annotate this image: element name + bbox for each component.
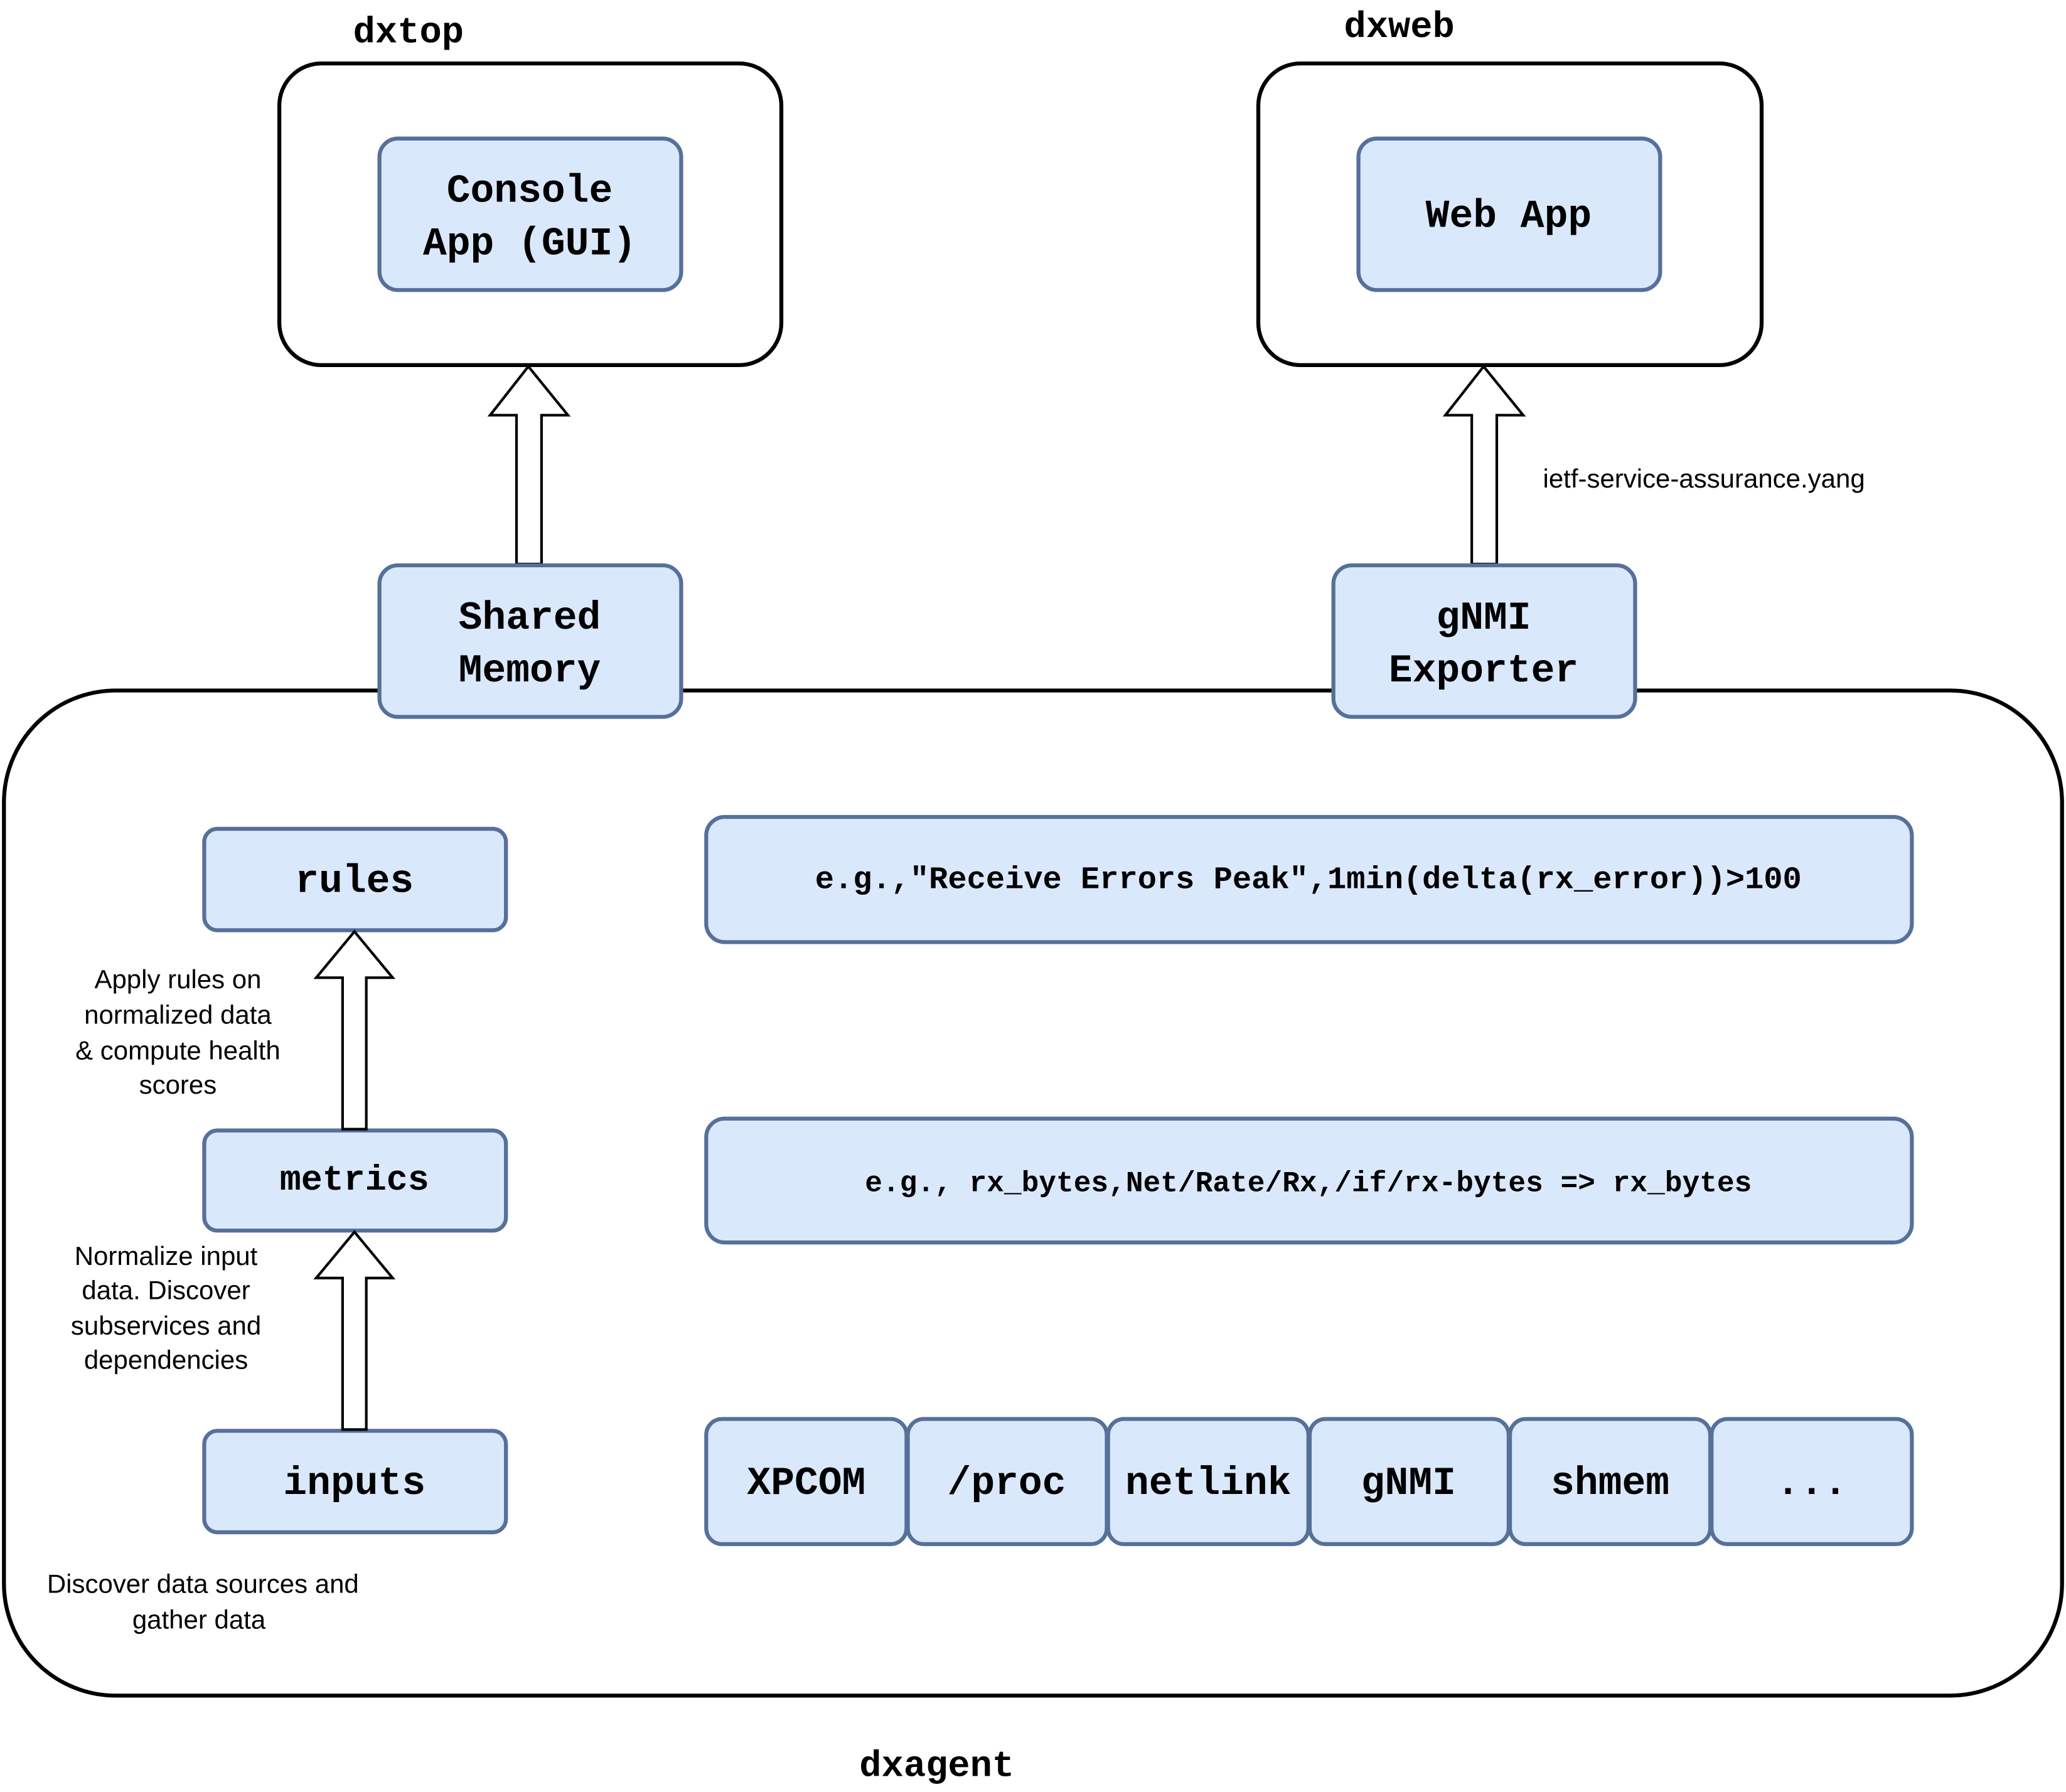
svg-text:Discover data sources and: Discover data sources and xyxy=(47,1569,359,1599)
svg-text:& compute health: & compute health xyxy=(75,1035,281,1065)
metrics-box: metrics xyxy=(202,1128,508,1233)
source-netlink: netlink xyxy=(1106,1417,1310,1547)
dxtop-label: dxtop xyxy=(353,12,464,54)
source-xpcom: XPCOM xyxy=(704,1417,909,1547)
source-proc: /proc xyxy=(906,1417,1109,1547)
svg-text:normalized data: normalized data xyxy=(84,1000,272,1030)
web-app-box: Web App xyxy=(1356,136,1662,292)
svg-text:subservices and: subservices and xyxy=(71,1311,261,1340)
shared-memory-box: Shared Memory xyxy=(377,563,683,719)
svg-text:/proc: /proc xyxy=(948,1461,1066,1506)
inputs-label: inputs xyxy=(283,1461,426,1506)
dxweb-label: dxweb xyxy=(1344,6,1454,48)
svg-text:...: ... xyxy=(1776,1461,1847,1506)
rules-example-text: e.g.,"Receive Errors Peak",1min(delta(rx… xyxy=(815,862,1802,898)
svg-text:gNMI: gNMI xyxy=(1361,1461,1456,1506)
svg-text:Apply rules on: Apply rules on xyxy=(94,964,261,994)
svg-text:gather data: gather data xyxy=(132,1604,266,1634)
source-shmem: shmem xyxy=(1507,1417,1713,1547)
inputs-box: inputs xyxy=(202,1429,508,1535)
svg-text:Normalize input: Normalize input xyxy=(75,1241,258,1271)
gnmi-exporter-line1: gNMI xyxy=(1436,596,1531,641)
svg-text:shmem: shmem xyxy=(1551,1461,1669,1506)
web-app-label: Web App xyxy=(1426,194,1592,238)
console-app-box: Console App (GUI) xyxy=(377,136,683,292)
rules-example-box: e.g.,"Receive Errors Peak",1min(delta(rx… xyxy=(704,814,1914,944)
arrow-up-icon xyxy=(1442,364,1526,566)
metrics-example-box: e.g., rx_bytes,Net/Rate/Rx,/if/rx-bytes … xyxy=(704,1116,1914,1245)
svg-text:data. Discover: data. Discover xyxy=(82,1275,250,1304)
svg-text:netlink: netlink xyxy=(1125,1461,1292,1506)
yang-label: ietf-service-assurance.yang xyxy=(1543,464,1865,493)
metrics-label: metrics xyxy=(280,1161,429,1201)
svg-text:XPCOM: XPCOM xyxy=(747,1461,865,1506)
architecture-diagram: dxtop Console App (GUI) dxweb Web App dx… xyxy=(2,6,2064,1787)
console-app-line2: App (GUI) xyxy=(423,222,636,267)
svg-text:dependencies: dependencies xyxy=(84,1345,248,1375)
rules-box: rules xyxy=(202,826,508,932)
gnmi-exporter-box: gNMI Exporter xyxy=(1331,563,1637,719)
svg-text:scores: scores xyxy=(139,1070,217,1099)
dxagent-label: dxagent xyxy=(859,1745,1014,1787)
arrow-up-icon xyxy=(487,364,571,566)
source-more: ... xyxy=(1710,1417,1914,1547)
shared-memory-line1: Shared xyxy=(459,596,601,641)
rules-label: rules xyxy=(295,860,414,904)
shared-memory-line2: Memory xyxy=(459,649,601,693)
console-app-line1: Console xyxy=(447,169,613,214)
metrics-example-text: e.g., rx_bytes,Net/Rate/Rx,/if/rx-bytes … xyxy=(865,1167,1752,1200)
gnmi-exporter-line2: Exporter xyxy=(1389,649,1578,693)
source-gnmi: gNMI xyxy=(1307,1417,1511,1547)
